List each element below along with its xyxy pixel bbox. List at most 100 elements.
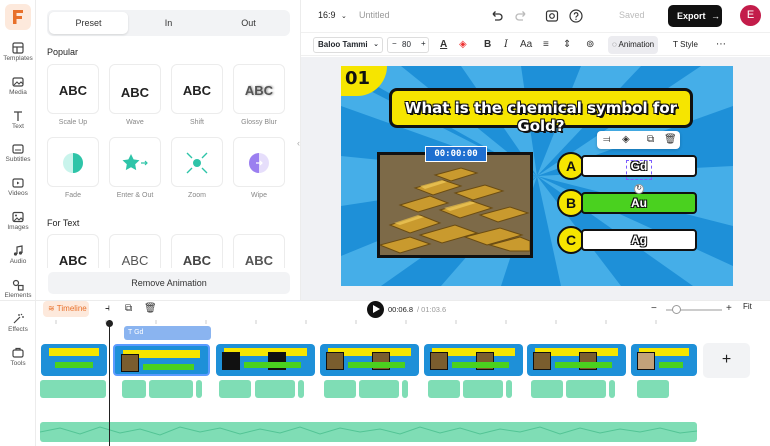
avatar[interactable]: E: [740, 5, 761, 26]
anim-card-wave[interactable]: ABC: [109, 64, 161, 114]
gold-bars-image[interactable]: [377, 152, 533, 258]
selection-box[interactable]: [626, 160, 652, 180]
anim-card-text-3[interactable]: ABC: [171, 234, 223, 268]
sidebar-item-templates[interactable]: Templates: [0, 42, 36, 72]
video-clip[interactable]: [216, 344, 315, 376]
zoom-slider-handle[interactable]: [672, 305, 681, 314]
anim-card-fade[interactable]: [47, 137, 99, 187]
audio-clip[interactable]: [506, 380, 512, 398]
audio-clip[interactable]: [40, 380, 106, 398]
sidebar-item-audio[interactable]: Audio: [0, 245, 36, 275]
anim-card-wipe[interactable]: [233, 137, 285, 187]
text-color-icon[interactable]: A: [440, 39, 447, 50]
left-rail-lower: Effects Tools: [0, 300, 36, 446]
audio-clip[interactable]: [359, 380, 399, 398]
app-logo[interactable]: [5, 4, 31, 30]
bold-icon[interactable]: B: [484, 39, 491, 50]
anim-card-enter-out[interactable]: [109, 137, 161, 187]
sidebar-item-label: Text: [12, 123, 24, 130]
rotate-handle-icon[interactable]: ↻: [634, 184, 644, 194]
style-button[interactable]: 𝖳 Style: [669, 36, 702, 54]
more-options-icon[interactable]: ⋯: [716, 39, 726, 50]
screenshot-icon[interactable]: [544, 8, 560, 24]
font-size-value: 80: [402, 40, 411, 49]
zoom-in-icon[interactable]: +: [726, 303, 732, 314]
sidebar-item-videos[interactable]: Videos: [0, 177, 36, 207]
time-ruler[interactable]: [36, 320, 770, 324]
help-icon[interactable]: [568, 8, 584, 24]
audio-clip[interactable]: [298, 380, 304, 398]
audio-clip[interactable]: [609, 380, 615, 398]
zoom-out-icon[interactable]: −: [651, 303, 657, 314]
countdown-timer[interactable]: 00:00:00: [425, 146, 487, 162]
audio-clip[interactable]: [149, 380, 193, 398]
slide-canvas[interactable]: 01 What is the chemical symbol for Gold?…: [341, 66, 733, 286]
question-banner[interactable]: What is the chemical symbol for Gold?: [389, 88, 693, 135]
highlight-color-icon[interactable]: ◈: [459, 39, 467, 50]
copy-icon[interactable]: ⧉: [125, 303, 132, 314]
timeline-toggle-button[interactable]: ≋ Timeline: [43, 301, 89, 317]
text-case-icon[interactable]: Aa: [520, 39, 532, 50]
animation-button[interactable]: ◌ Animation: [608, 36, 659, 54]
font-size-stepper[interactable]: − 80 +: [387, 37, 429, 53]
project-title[interactable]: Untitled: [359, 10, 390, 20]
sidebar-item-images[interactable]: Images: [0, 211, 36, 241]
sidebar-item-tools[interactable]: Tools: [0, 347, 36, 377]
sidebar-item-media[interactable]: Media: [0, 76, 36, 106]
sidebar-item-effects[interactable]: Effects: [0, 313, 36, 343]
delete-icon[interactable]: 🗑: [144, 303, 157, 314]
audio-clip[interactable]: [324, 380, 356, 398]
audio-clip[interactable]: [402, 380, 408, 398]
anim-card-text-4[interactable]: ABC: [233, 234, 285, 268]
tab-out[interactable]: Out: [209, 12, 288, 34]
audio-clip[interactable]: [428, 380, 460, 398]
anim-card-glossy-blur[interactable]: ABC: [233, 64, 285, 114]
split-icon[interactable]: ⫞: [105, 303, 110, 314]
audio-clip[interactable]: [196, 380, 202, 398]
aspect-ratio-select[interactable]: 16:9 ⌄: [318, 10, 347, 20]
undo-icon[interactable]: [489, 8, 505, 24]
align-center-icon[interactable]: ≡: [543, 39, 549, 50]
video-clip[interactable]: [41, 344, 107, 376]
line-spacing-icon[interactable]: ⇕: [563, 39, 571, 50]
playhead[interactable]: [106, 320, 113, 446]
increase-size-icon[interactable]: +: [421, 39, 426, 48]
export-button[interactable]: Export →: [668, 5, 722, 27]
play-button[interactable]: [367, 301, 384, 318]
audio-clip[interactable]: [531, 380, 563, 398]
add-clip-button[interactable]: +: [703, 343, 750, 378]
video-clip[interactable]: [424, 344, 523, 376]
tab-preset[interactable]: Preset: [49, 12, 128, 34]
anim-card-text-2[interactable]: ABC: [109, 234, 161, 268]
anim-card-zoom[interactable]: [171, 137, 223, 187]
italic-icon[interactable]: I: [504, 39, 508, 50]
audio-clip[interactable]: [219, 380, 251, 398]
delete-icon[interactable]: 🗑: [664, 134, 677, 145]
decrease-size-icon[interactable]: −: [392, 39, 397, 48]
background-music-track[interactable]: [39, 422, 698, 442]
audio-clip[interactable]: [255, 380, 295, 398]
anim-card-scale-up[interactable]: ABC: [47, 64, 99, 114]
anim-card-shift[interactable]: ABC: [171, 64, 223, 114]
text-track-clip[interactable]: T Gd: [124, 326, 211, 340]
duplicate-icon[interactable]: ⧉: [647, 134, 654, 145]
video-clip[interactable]: [527, 344, 626, 376]
audio-clip[interactable]: [463, 380, 503, 398]
video-clip[interactable]: [631, 344, 697, 376]
sidebar-item-text[interactable]: Text: [0, 110, 36, 140]
audio-clip[interactable]: [122, 380, 146, 398]
redo-icon[interactable]: [513, 8, 529, 24]
video-clip[interactable]: [113, 344, 210, 376]
remove-animation-button[interactable]: Remove Animation: [48, 272, 290, 294]
effects-icon[interactable]: ⊚: [586, 39, 594, 50]
audio-clip[interactable]: [566, 380, 606, 398]
audio-clip[interactable]: [637, 380, 669, 398]
layers-icon[interactable]: ◈: [622, 134, 630, 145]
align-icon[interactable]: ⫤: [603, 134, 611, 145]
tab-in[interactable]: In: [129, 12, 208, 34]
anim-card-text-1[interactable]: ABC: [47, 234, 99, 268]
video-clip[interactable]: [320, 344, 419, 376]
fit-button[interactable]: Fit: [743, 302, 752, 311]
font-family-select[interactable]: Baloo Tammi ⌄: [313, 37, 383, 53]
sidebar-item-subtitles[interactable]: Subtitles: [0, 143, 36, 173]
